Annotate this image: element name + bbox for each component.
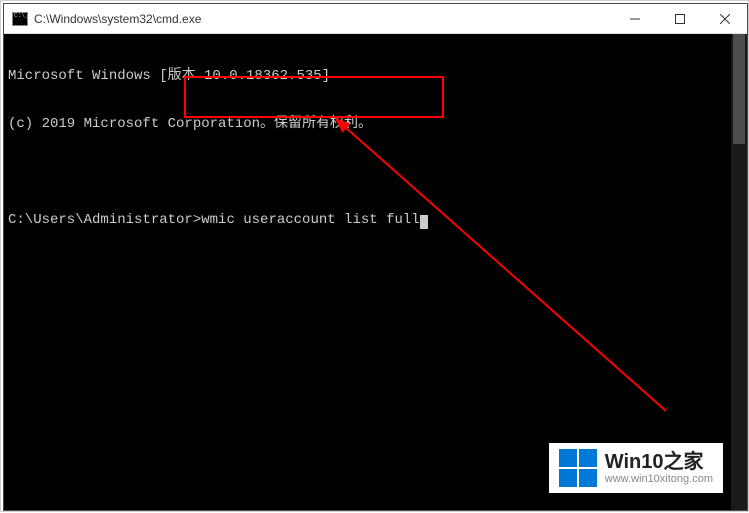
titlebar[interactable]: C:\Windows\system32\cmd.exe: [4, 4, 747, 34]
maximize-icon: [675, 14, 685, 24]
terminal-blank: [8, 164, 743, 180]
window-title: C:\Windows\system32\cmd.exe: [34, 12, 612, 26]
terminal-prompt-line: C:\Users\Administrator>wmic useraccount …: [8, 212, 743, 228]
terminal-scrollbar[interactable]: [731, 34, 747, 510]
terminal-scrollbar-thumb[interactable]: [733, 34, 745, 144]
window-controls: [612, 4, 747, 33]
maximize-button[interactable]: [657, 4, 702, 33]
cmd-window: C:\Windows\system32\cmd.exe Microsoft Wi…: [3, 3, 748, 511]
terminal-banner-line2: (c) 2019 Microsoft Corporation。保留所有权利。: [8, 116, 743, 132]
cmd-icon: [12, 12, 28, 26]
watermark-url: www.win10xitong.com: [605, 473, 713, 485]
minimize-icon: [630, 14, 640, 24]
windows-logo-icon: [559, 449, 597, 487]
close-icon: [720, 14, 730, 24]
minimize-button[interactable]: [612, 4, 657, 33]
terminal-cursor: [420, 215, 428, 229]
watermark-text: Win10之家 www.win10xitong.com: [605, 451, 713, 485]
watermark: Win10之家 www.win10xitong.com: [549, 443, 723, 493]
watermark-title: Win10之家: [605, 451, 713, 473]
terminal-banner-line1: Microsoft Windows [版本 10.0.18362.535]: [8, 68, 743, 84]
terminal-prompt: C:\Users\Administrator>: [8, 212, 201, 228]
terminal-command: wmic useraccount list full: [201, 212, 419, 228]
terminal-area[interactable]: Microsoft Windows [版本 10.0.18362.535] (c…: [4, 34, 747, 510]
close-button[interactable]: [702, 4, 747, 33]
